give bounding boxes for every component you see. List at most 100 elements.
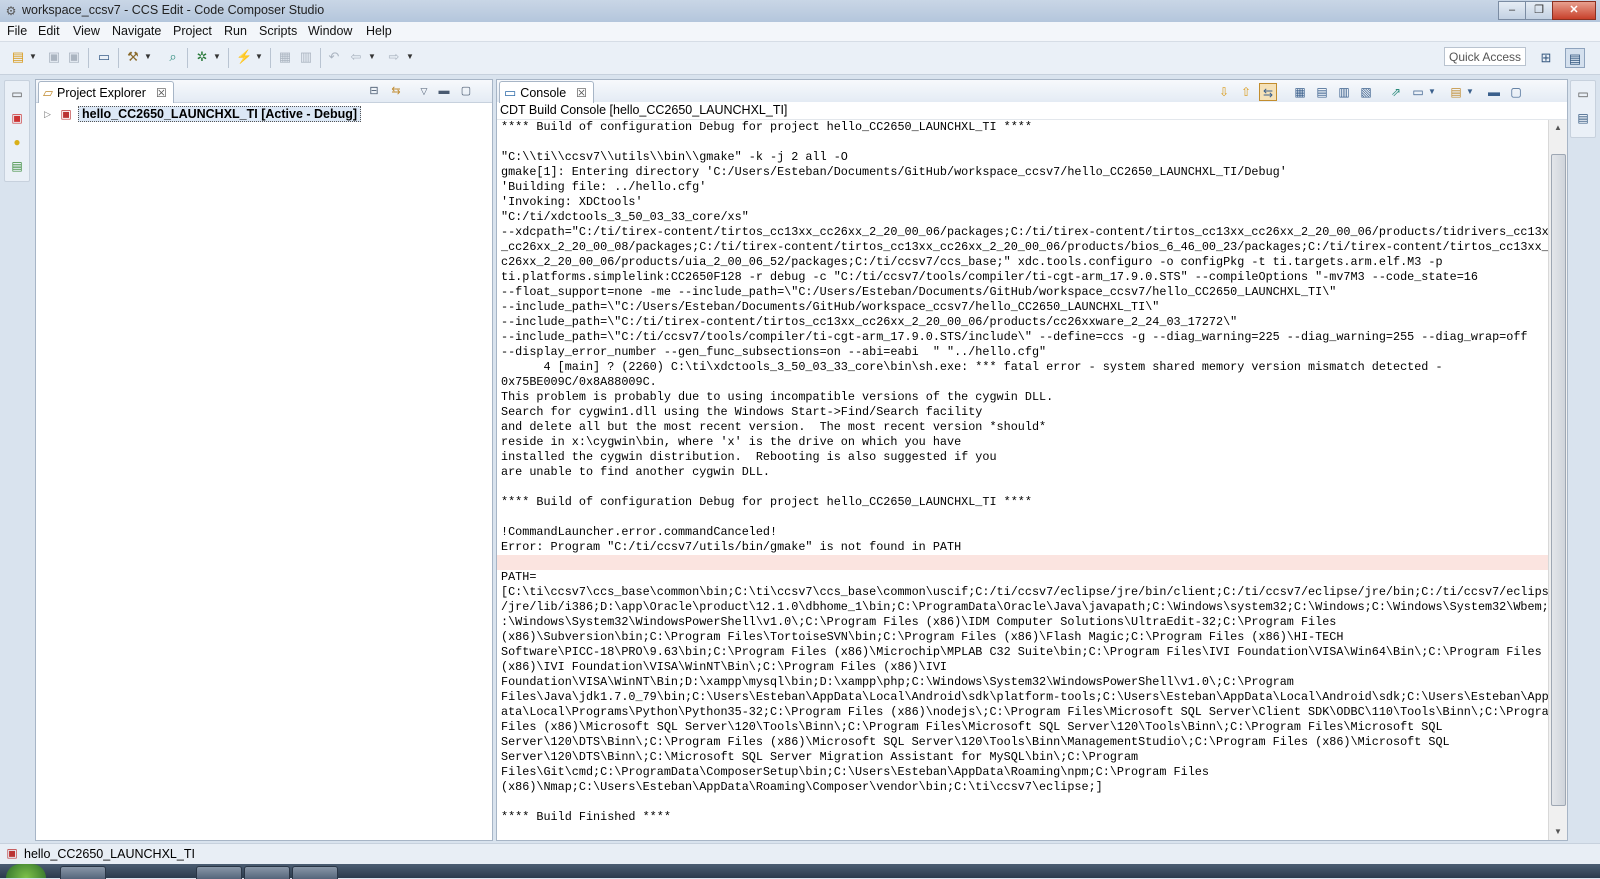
terminal-icon[interactable]: ▭ bbox=[96, 49, 112, 65]
open-console-icon[interactable]: ⇗ bbox=[1387, 83, 1405, 101]
console-output[interactable]: **** Build of configuration Debug for pr… bbox=[497, 120, 1549, 840]
debug-icon[interactable]: ✲ bbox=[194, 49, 210, 65]
console-line: (x86)\IVI Foundation\VISA\WinNT\Bin\;C:\… bbox=[501, 660, 947, 674]
tab-project-explorer[interactable]: ▱ Project Explorer ☒ bbox=[38, 81, 174, 103]
back-icon[interactable]: ⇦ bbox=[348, 49, 364, 65]
block-select-icon[interactable]: ▥ bbox=[298, 49, 314, 65]
ccs-edit-perspective-icon[interactable]: ▤ bbox=[1565, 48, 1585, 68]
debug-dropdown-icon[interactable]: ▼ bbox=[213, 49, 221, 65]
quick-access-input[interactable]: Quick Access bbox=[1444, 47, 1526, 66]
flash-dropdown-icon[interactable]: ▼ bbox=[255, 49, 263, 65]
status-selection: hello_CC2650_LAUNCHXL_TI bbox=[24, 847, 195, 861]
menu-window[interactable]: Window bbox=[308, 24, 352, 38]
maximize-view-icon[interactable]: ▢ bbox=[1507, 83, 1525, 101]
menu-bar: File Edit View Navigate Project Run Scri… bbox=[0, 22, 1600, 42]
display-console-icon[interactable]: ▭ bbox=[1409, 83, 1427, 101]
app-icon: ⚙ bbox=[5, 4, 17, 18]
pin-console-icon[interactable]: ▦ bbox=[1291, 83, 1309, 101]
flash-icon[interactable]: ⚡ bbox=[236, 49, 252, 65]
scroll-up-icon[interactable]: ▲ bbox=[1549, 120, 1567, 136]
console-line: Files (x86)\Microsoft SQL Server\120\Too… bbox=[501, 720, 1443, 734]
tab-console[interactable]: ▭ Console ☒ bbox=[499, 81, 594, 103]
new-console-dropdown-icon[interactable]: ▼ bbox=[1465, 83, 1475, 101]
title-bar: ⚙ workspace_ccsv7 - CCS Edit - Code Comp… bbox=[0, 0, 1600, 23]
problems-icon[interactable]: ▣ bbox=[10, 111, 24, 125]
main-toolbar: ▤ ▼ ▣ ▣ ▭ ⚒ ▼ ⌕ ✲ ▼ ⚡ ▼ ▦ ▥ ↶ ⇦ ▼ ⇨ ▼ bbox=[0, 42, 1600, 75]
menu-scripts[interactable]: Scripts bbox=[259, 24, 297, 38]
menu-run[interactable]: Run bbox=[224, 24, 247, 38]
mark-occurrences-icon[interactable]: ▦ bbox=[277, 49, 293, 65]
build-dropdown-icon[interactable]: ▼ bbox=[144, 49, 152, 65]
link-console-icon[interactable]: ⇆ bbox=[1259, 83, 1277, 101]
close-icon[interactable]: ☒ bbox=[576, 86, 587, 100]
console-line: are unable to find another cygwin DLL. bbox=[501, 465, 771, 479]
console-line: **** Build of configuration Debug for pr… bbox=[501, 495, 1032, 509]
open-perspective-icon[interactable]: ⊞ bbox=[1536, 48, 1556, 68]
right-trim-stack: ▭ ▤ bbox=[1570, 80, 1596, 138]
maximize-button[interactable]: ❐ bbox=[1525, 1, 1553, 20]
taskbar-item[interactable] bbox=[292, 866, 338, 879]
scrollbar-thumb[interactable] bbox=[1551, 154, 1566, 806]
window-title: workspace_ccsv7 - CCS Edit - Code Compos… bbox=[22, 3, 325, 17]
scroll-lock-icon[interactable]: ▤ bbox=[1313, 83, 1331, 101]
lightbulb-icon[interactable]: ● bbox=[10, 135, 24, 149]
scroll-down-icon[interactable]: ▼ bbox=[1549, 824, 1567, 840]
save-all-icon[interactable]: ▣ bbox=[66, 49, 82, 65]
menu-project[interactable]: Project bbox=[173, 24, 212, 38]
tree-item-project[interactable]: ▷ ▣ hello_CC2650_LAUNCHXL_TI [Active - D… bbox=[44, 105, 362, 123]
collapse-all-icon[interactable]: ⊟ bbox=[366, 83, 382, 99]
outline-icon[interactable]: ▤ bbox=[1576, 111, 1590, 125]
clear-console-icon[interactable]: ▧ bbox=[1357, 83, 1375, 101]
restore-right-icon[interactable]: ▭ bbox=[1576, 87, 1590, 101]
previous-error-icon[interactable]: ⇧ bbox=[1237, 83, 1255, 101]
forward-dropdown-icon[interactable]: ▼ bbox=[406, 49, 414, 65]
maximize-view-icon[interactable]: ▢ bbox=[458, 83, 474, 99]
view-menu-icon[interactable]: ▽ bbox=[416, 83, 432, 99]
taskbar-item[interactable] bbox=[60, 866, 106, 879]
console-scrollbar[interactable]: ▲ ▼ bbox=[1548, 120, 1567, 840]
menu-file[interactable]: File bbox=[7, 24, 27, 38]
new-dropdown-icon[interactable]: ▼ bbox=[29, 49, 37, 65]
last-edit-icon[interactable]: ↶ bbox=[326, 49, 342, 65]
minimize-button[interactable]: – bbox=[1498, 1, 1526, 20]
build-icon[interactable]: ⚒ bbox=[125, 49, 141, 65]
display-dropdown-icon[interactable]: ▼ bbox=[1427, 83, 1437, 101]
console-line: gmake[1]: Entering directory 'C:/Users/E… bbox=[501, 165, 1287, 179]
console-line: --float_support=none -me --include_path=… bbox=[501, 285, 1337, 299]
start-button[interactable] bbox=[6, 864, 46, 878]
close-button[interactable]: ✕ bbox=[1552, 1, 1596, 20]
console-line: reside in x:\cygwin\bin, where 'x' is th… bbox=[501, 435, 962, 449]
restore-icon[interactable]: ▭ bbox=[10, 87, 24, 101]
back-dropdown-icon[interactable]: ▼ bbox=[368, 49, 376, 65]
console-line: --include_path=\"C:/Users/Esteban/Docume… bbox=[501, 300, 1160, 314]
menu-edit[interactable]: Edit bbox=[38, 24, 60, 38]
minimize-view-icon[interactable]: ▬ bbox=[436, 83, 452, 99]
link-editor-icon[interactable]: ⇆ bbox=[388, 83, 404, 99]
minimize-view-icon[interactable]: ▬ bbox=[1485, 83, 1503, 101]
forward-icon[interactable]: ⇨ bbox=[386, 49, 402, 65]
search-icon[interactable]: ⌕ bbox=[165, 49, 181, 65]
console-line: ti.platforms.simplelink:CC2650F128 -r de… bbox=[501, 270, 1478, 284]
console-line: _cc26xx_2_20_00_08/packages;C:/ti/tirex-… bbox=[501, 240, 1549, 254]
taskbar-item[interactable] bbox=[244, 866, 290, 879]
console-line: Software\PICC-18\PRO\9.63\bin;C:\Program… bbox=[501, 645, 1542, 659]
next-error-icon[interactable]: ⇩ bbox=[1215, 83, 1233, 101]
console-line: PATH= bbox=[501, 570, 537, 584]
new-icon[interactable]: ▤ bbox=[10, 49, 26, 65]
console-line: /jre/lib/i386;D:\app\Oracle\product\12.1… bbox=[501, 600, 1549, 614]
new-console-icon[interactable]: ▤ bbox=[1447, 83, 1465, 101]
console-line: 'Invoking: XDCtools' bbox=[501, 195, 643, 209]
console-line: --xdcpath="C:/ti/tirex-content/tirtos_cc… bbox=[501, 225, 1549, 239]
word-wrap-icon[interactable]: ▥ bbox=[1335, 83, 1353, 101]
menu-navigate[interactable]: Navigate bbox=[112, 24, 161, 38]
save-icon[interactable]: ▣ bbox=[46, 49, 62, 65]
project-label: hello_CC2650_LAUNCHXL_TI [Active - Debug… bbox=[78, 106, 362, 122]
menu-view[interactable]: View bbox=[73, 24, 100, 38]
menu-help[interactable]: Help bbox=[366, 24, 392, 38]
expand-arrow-icon[interactable]: ▷ bbox=[44, 109, 58, 120]
project-icon: ▣ bbox=[60, 107, 72, 121]
close-icon[interactable]: ☒ bbox=[156, 86, 167, 100]
console-line: Server\120\DTS\Binn\;C:\Microsoft SQL Se… bbox=[501, 750, 1139, 764]
target-icon[interactable]: ▤ bbox=[10, 159, 24, 173]
taskbar-item[interactable] bbox=[196, 866, 242, 879]
